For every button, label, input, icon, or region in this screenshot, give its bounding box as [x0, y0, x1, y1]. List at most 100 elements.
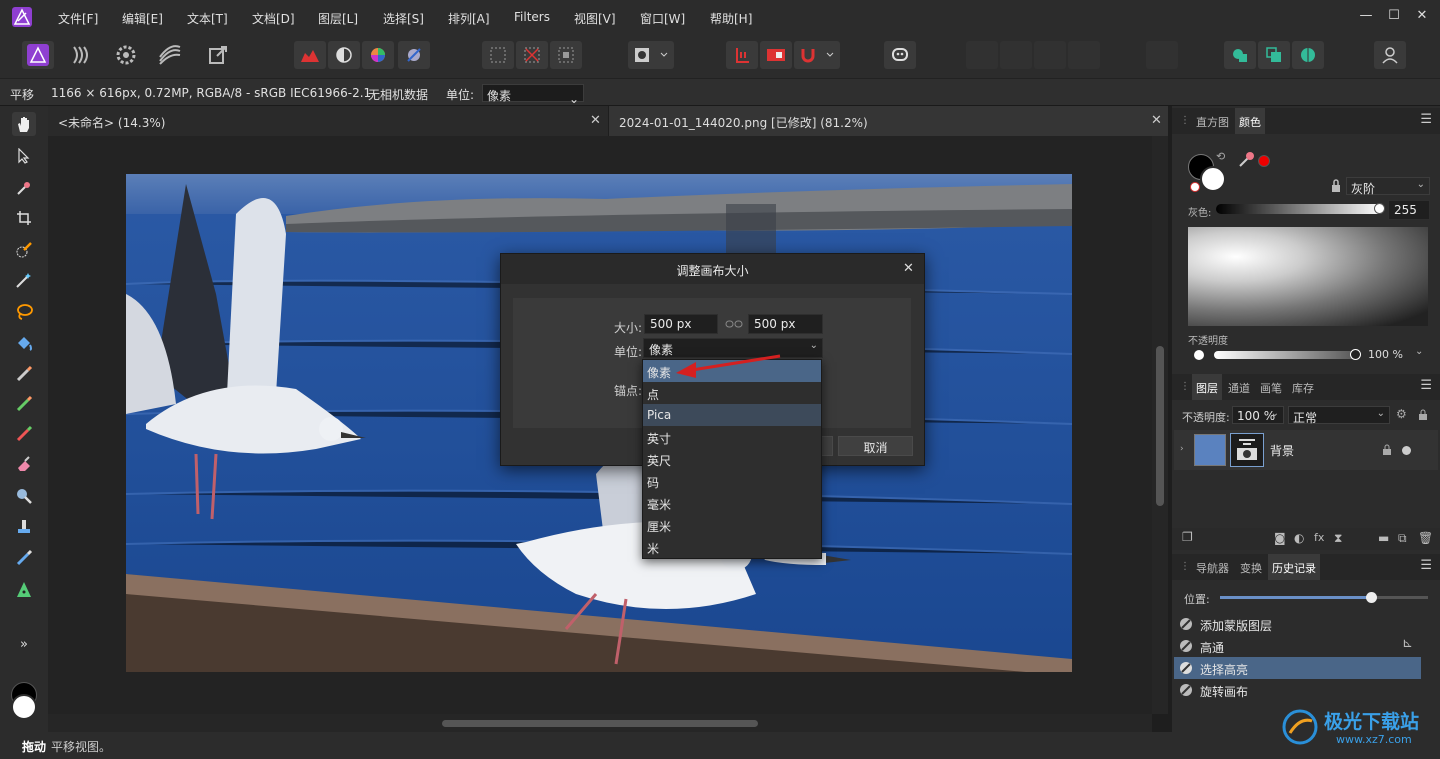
menu-document[interactable]: 文档[D]	[252, 10, 295, 27]
deselect-button[interactable]	[516, 41, 548, 69]
menu-layer[interactable]: 图层[L]	[318, 10, 358, 27]
tab-navigator[interactable]: 导航器	[1192, 554, 1233, 580]
arrange-backward-button[interactable]	[1000, 41, 1032, 69]
develop-persona-button[interactable]	[110, 41, 142, 69]
panel-menu-icon[interactable]: ☰	[1420, 378, 1432, 393]
menu-filters[interactable]: Filters	[514, 10, 550, 24]
mixer-brush-tool[interactable]	[12, 422, 36, 446]
stroke-color-swatch[interactable]	[1200, 166, 1226, 192]
menu-text[interactable]: 文本[T]	[187, 10, 228, 27]
close-icon[interactable]: ✕	[590, 113, 601, 128]
photo-persona-button[interactable]	[22, 41, 54, 69]
history-position-slider[interactable]	[1220, 592, 1428, 603]
color-picker-icon[interactable]	[1238, 150, 1256, 168]
tab-image-file[interactable]: 2024-01-01_144020.png [已修改] (81.2%) ✕	[608, 106, 1168, 136]
layer-opacity-select[interactable]: 100 % ⌄	[1232, 406, 1284, 424]
horizontal-scroll-thumb[interactable]	[442, 720, 758, 727]
dialog-close-button[interactable]: ✕	[903, 261, 914, 276]
unit-option-meter[interactable]: 米	[643, 536, 821, 558]
chevron-down-icon[interactable]: ⌄	[1415, 346, 1423, 357]
hourglass-icon[interactable]: ⧗	[1334, 531, 1342, 546]
folder-icon[interactable]: ▬	[1378, 531, 1389, 545]
magic-wand-tool[interactable]	[12, 268, 36, 292]
hand-tool[interactable]	[12, 112, 36, 136]
dodge-tool[interactable]	[12, 484, 36, 508]
history-item-selected[interactable]: 选择高亮	[1174, 657, 1421, 679]
gray-slider[interactable]	[1216, 203, 1385, 214]
blend-mode-select[interactable]: 正常 ⌄	[1288, 406, 1390, 425]
arrange-back-button[interactable]	[966, 41, 998, 69]
tab-layers[interactable]: 图层	[1192, 374, 1222, 400]
history-item[interactable]: 高通 ⊾	[1174, 635, 1421, 657]
vertical-scrollbar[interactable]	[1152, 136, 1168, 714]
boolean-add-button[interactable]	[1224, 41, 1256, 69]
tab-channels[interactable]: 通道	[1224, 374, 1254, 400]
menu-arrange[interactable]: 排列[A]	[448, 10, 490, 27]
menu-select[interactable]: 选择[S]	[383, 10, 424, 27]
flood-fill-tool[interactable]	[12, 332, 36, 356]
arrange-forward-button[interactable]	[1034, 41, 1066, 69]
layer-row[interactable]: › 背景	[1174, 430, 1438, 470]
close-window-button[interactable]: ✕	[1412, 8, 1432, 23]
cancel-button[interactable]: 取消	[838, 436, 913, 456]
opacity-slider-thumb[interactable]	[1350, 349, 1361, 360]
height-field[interactable]: 500 px	[748, 314, 823, 334]
color-mode-select[interactable]: 灰阶 ⌄	[1346, 177, 1430, 196]
erase-brush-tool[interactable]	[12, 452, 36, 476]
align-button[interactable]	[1146, 41, 1178, 69]
more-tools-button[interactable]: »	[12, 632, 36, 656]
fx-icon[interactable]: fx	[1314, 531, 1324, 544]
history-item[interactable]: 添加蒙版图层	[1174, 613, 1421, 635]
color-replacement-tool[interactable]	[12, 392, 36, 416]
auto-white-balance-button[interactable]	[398, 41, 430, 69]
layer-stack-icon[interactable]: ❐	[1182, 530, 1193, 544]
menu-window[interactable]: 窗口[W]	[640, 10, 685, 27]
menu-file[interactable]: 文件[F]	[58, 10, 98, 27]
boolean-intersect-button[interactable]	[1292, 41, 1324, 69]
snapping-grid-button[interactable]	[726, 41, 758, 69]
adjustment-icon[interactable]: ◐	[1294, 531, 1304, 545]
unit-select[interactable]: 像素 ⌄	[482, 84, 584, 106]
arrange-front-button[interactable]	[1068, 41, 1100, 69]
vertical-scroll-thumb[interactable]	[1156, 346, 1164, 506]
swap-colors-icon[interactable]: ⟲	[1216, 150, 1225, 163]
assistant-button[interactable]	[884, 41, 916, 69]
boolean-subtract-button[interactable]	[1258, 41, 1290, 69]
unit-option-millimeter[interactable]: 毫米	[643, 492, 821, 514]
history-slider-thumb[interactable]	[1366, 592, 1377, 603]
menu-help[interactable]: 帮助[H]	[710, 10, 752, 27]
close-icon[interactable]: ✕	[1151, 113, 1162, 128]
lock-icon[interactable]	[1382, 444, 1392, 456]
tab-stock[interactable]: 库存	[1288, 374, 1318, 400]
gray-slider-thumb[interactable]	[1374, 203, 1385, 214]
lock-icon[interactable]	[1330, 179, 1342, 193]
unit-option-foot[interactable]: 英尺	[643, 448, 821, 470]
trash-icon[interactable]: 🗑	[1418, 531, 1433, 545]
tab-untitled[interactable]: <未命名> (14.3%) ✕	[48, 106, 608, 136]
panel-menu-icon[interactable]: ☰	[1420, 558, 1432, 573]
auto-colors-button[interactable]	[362, 41, 394, 69]
history-item[interactable]: 旋转画布	[1174, 679, 1421, 701]
unit-option-inch[interactable]: 英寸	[643, 426, 821, 448]
unit-option-pica[interactable]: Pica	[643, 404, 821, 426]
levels-button[interactable]	[294, 41, 326, 69]
invert-selection-button[interactable]	[550, 41, 582, 69]
duplicate-icon[interactable]: ⧉	[1398, 531, 1407, 546]
expand-chevron-icon[interactable]: ›	[1180, 444, 1184, 454]
width-field[interactable]: 500 px	[644, 314, 718, 334]
clone-brush-tool[interactable]	[12, 514, 36, 538]
panel-menu-icon[interactable]: ☰	[1420, 112, 1432, 127]
snapping-magnet-button[interactable]	[794, 41, 840, 69]
opacity-slider[interactable]	[1214, 349, 1361, 360]
menu-edit[interactable]: 编辑[E]	[122, 10, 163, 27]
liquify-persona-button[interactable]	[66, 41, 98, 69]
minimize-button[interactable]: —	[1356, 8, 1376, 23]
no-color-icon[interactable]	[1190, 182, 1200, 192]
horizontal-scrollbar[interactable]	[48, 714, 1152, 732]
auto-contrast-button[interactable]	[328, 41, 360, 69]
paint-brush-tool[interactable]	[12, 362, 36, 386]
pen-tool[interactable]	[12, 578, 36, 602]
maximize-button[interactable]: ☐	[1384, 8, 1404, 23]
gray-color-field[interactable]	[1188, 227, 1428, 326]
account-button[interactable]	[1374, 41, 1406, 69]
